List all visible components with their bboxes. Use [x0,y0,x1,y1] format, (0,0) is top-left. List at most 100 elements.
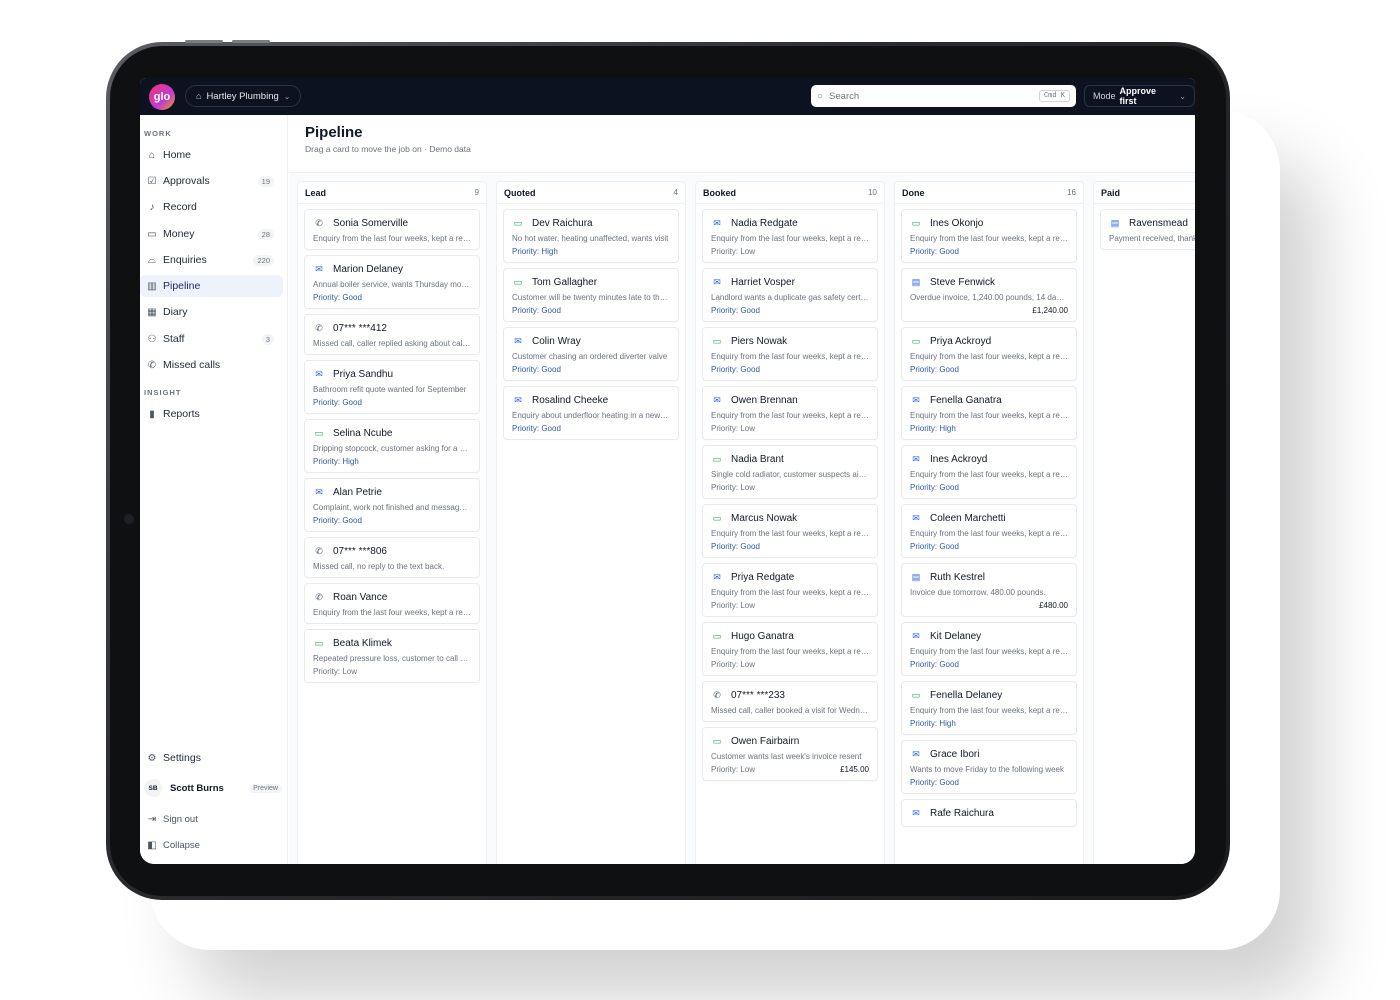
pipeline-card[interactable]: ✉ Kit Delaney Enquiry from the last four w… [901,622,1077,676]
sidebar-item-pipeline[interactable]: ▥ Pipeline [140,275,283,297]
column-header: Lead 9 [298,182,486,204]
card-title-row: ✆ Roan Vance [313,590,471,604]
card-title: Fenella Ganatra [930,394,1002,406]
camera-dot [124,514,134,524]
chat-icon: ▭ [712,335,722,346]
sidebar-item-label: Enquiries [163,254,207,266]
column-lead: Lead 9 ✆ Sonia Somerville Enquiry from the… [297,181,487,864]
mode-select[interactable]: Mode Approve first ⌄ [1084,85,1195,107]
count-badge: 220 [253,254,274,266]
pipeline-card[interactable]: ✆ 07*** ***412 Missed call, caller replied… [304,314,480,355]
card-title-row: ▭ Priya Ackroyd [910,334,1068,348]
pipeline-card[interactable]: ✆ 07*** ***806 Missed call, no reply to th… [304,537,480,578]
phone-icon: ✆ [315,545,323,556]
sidebar-item-reports[interactable]: ▮ Reports [140,403,283,425]
pipeline-card[interactable]: ✉ Nadia Redgate Enquiry from the last four… [702,209,878,263]
card-title: Priya Ackroyd [930,335,992,347]
priority-label: Priority: Low [711,424,756,433]
search-input[interactable] [829,90,1033,102]
card-footer: Priority: Low [711,483,869,492]
pipeline-card[interactable]: ✉ Ines Ackroyd Enquiry from the last four … [901,445,1077,499]
column-title: Lead [305,187,327,198]
priority-label: Priority: Good [711,365,760,374]
card-footer: Priority: Good [512,365,670,374]
pipeline-card[interactable]: ✉ Priya Sandhu Bathroom refit quote wanted… [304,360,480,414]
pipeline-card[interactable]: ✉ Marion Delaney Annual boiler service, wa… [304,255,480,309]
pipeline-card[interactable]: ▭ Nadia Brant Single cold radiator, custom… [702,445,878,499]
settings-label: Settings [163,752,201,764]
card-footer: Priority: Good [910,542,1068,551]
card-title: 07*** ***233 [731,689,785,701]
settings-button[interactable]: ⚙ Settings [140,747,283,769]
pipeline-card[interactable]: ✉ Priya Redgate Enquiry from the last four… [702,563,878,617]
card-title: Nadia Redgate [731,217,798,229]
card-title-row: ▭ Beata Klimek [313,636,471,650]
card-footer: Priority: Good [512,306,670,315]
pipeline-card[interactable]: ✉ Fenella Ganatra Enquiry from the last fo… [901,386,1077,440]
card-description: Enquiry about underfloor heating in a ne… [512,411,670,420]
collapse-button[interactable]: ◧ Collapse [140,834,283,856]
pipeline-card[interactable]: ▭ Fenella Delaney Enquiry from the last fo… [901,681,1077,735]
pipeline-card[interactable]: ▭ Selina Ncube Dripping stopcock, customer… [304,419,480,473]
chat-icon: ▭ [712,512,722,523]
card-list: ✉ Nadia Redgate Enquiry from the last four… [696,204,884,791]
collapse-icon: ◧ [147,839,157,851]
sidebar-item-missed-calls[interactable]: ✆ Missed calls [140,354,283,376]
pipeline-card[interactable]: ▭ Priya Ackroyd Enquiry from the last four… [901,327,1077,381]
priority-label: Priority: Good [313,398,362,407]
pipeline-card[interactable]: ✆ Sonia Somerville Enquiry from the last f… [304,209,480,250]
mail-icon: ✉ [315,263,323,274]
pipeline-card[interactable]: ✆ 07*** ***233 Missed call, caller booked … [702,681,878,722]
column-title: Booked [703,187,737,198]
pipeline-card[interactable]: ▭ Tom Gallagher Customer will be twenty mi… [503,268,679,322]
sidebar-item-label: Money [163,228,195,240]
card-title-row: ✆ 07*** ***806 [313,544,471,558]
card-title-row: ✉ Coleen Marchetti [910,511,1068,525]
pipeline-card[interactable]: ▭ Dev Raichura No hot water, heating unaff… [503,209,679,263]
mail-icon: ✉ [912,394,920,405]
pipeline-card[interactable]: ✉ Grace Ibori Wants to move Friday to the … [901,740,1077,794]
card-footer: Priority: Good [910,365,1068,374]
pipeline-card[interactable]: ✉ Owen Brennan Enquiry from the last four … [702,386,878,440]
sidebar: WORK ⌂ Home ☑ Approvals 19 ♪ Record ▭ Mo… [140,115,288,864]
sidebar-item-enquiries[interactable]: ⌓ Enquiries 220 [140,249,283,271]
search-box[interactable]: ○ Cmd K [811,85,1076,107]
pipeline-card[interactable]: ▭ Marcus Nowak Enquiry from the last four … [702,504,878,558]
pipeline-card[interactable]: ✉ Harriet Vosper Landlord wants a duplicat… [702,268,878,322]
top-bar: glo ⌂ Hartley Plumbing ⌄ ○ Cmd K Mode Ap… [140,78,1195,115]
card-footer: £480.00 [910,601,1068,610]
pipeline-card[interactable]: ▭ Beata Klimek Repeated pressure loss, cus… [304,629,480,683]
phone-icon: ✆ [315,217,323,228]
pipeline-card[interactable]: ▭ Ines Okonjo Enquiry from the last four w… [901,209,1077,263]
sidebar-item-staff[interactable]: ⚇ Staff 3 [140,328,283,350]
pipeline-card[interactable]: ✆ Roan Vance Enquiry from the last four we… [304,583,480,624]
workspace-switcher[interactable]: ⌂ Hartley Plumbing ⌄ [185,85,302,107]
pipeline-card[interactable]: ▤ Ruth Kestrel Invoice due tomorrow, 480.0… [901,563,1077,617]
pipeline-card[interactable]: ▭ Hugo Ganatra Enquiry from the last four … [702,622,878,676]
card-description: Enquiry from the last four weeks, kept a… [711,647,869,656]
pipeline-card[interactable]: ✉ Rafe Raichura [901,799,1077,827]
mail-icon: ✉ [713,571,721,582]
avatar: SB [144,779,162,797]
card-footer: £1,240.00 [910,306,1068,315]
sidebar-item-money[interactable]: ▭ Money 28 [140,223,283,245]
phone-icon: ✆ [315,591,323,602]
mail-icon: ✉ [912,807,920,818]
pipeline-card[interactable]: ✉ Rosalind Cheeke Enquiry about underfloor… [503,386,679,440]
pipeline-card[interactable]: ▭ Owen Fairbairn Customer wants last week'… [702,727,878,781]
pipeline-card[interactable]: ✉ Alan Petrie Complaint, work not finished… [304,478,480,532]
sidebar-item-home[interactable]: ⌂ Home [140,144,283,166]
app-logo[interactable]: glo [149,84,175,110]
pipeline-card[interactable]: ▭ Piers Nowak Enquiry from the last four w… [702,327,878,381]
user-profile[interactable]: SB Scott Burns Preview [144,778,282,798]
sign-out-button[interactable]: ⇥ Sign out [140,808,283,830]
sidebar-item-label: Diary [163,306,188,318]
sidebar-item-approvals[interactable]: ☑ Approvals 19 [140,170,283,192]
column-booked: Booked 10 ✉ Nadia Redgate Enquiry from the… [695,181,885,864]
pipeline-card[interactable]: ▤ Ravensmead Payment received, thank you [1100,209,1195,250]
sidebar-item-diary[interactable]: ▦ Diary [140,301,283,323]
pipeline-card[interactable]: ✉ Coleen Marchetti Enquiry from the last f… [901,504,1077,558]
sidebar-item-record[interactable]: ♪ Record [140,196,283,218]
pipeline-card[interactable]: ✉ Colin Wray Customer chasing an ordered d… [503,327,679,381]
pipeline-card[interactable]: ▤ Steve Fenwick Overdue invoice, 1,240.00 … [901,268,1077,322]
